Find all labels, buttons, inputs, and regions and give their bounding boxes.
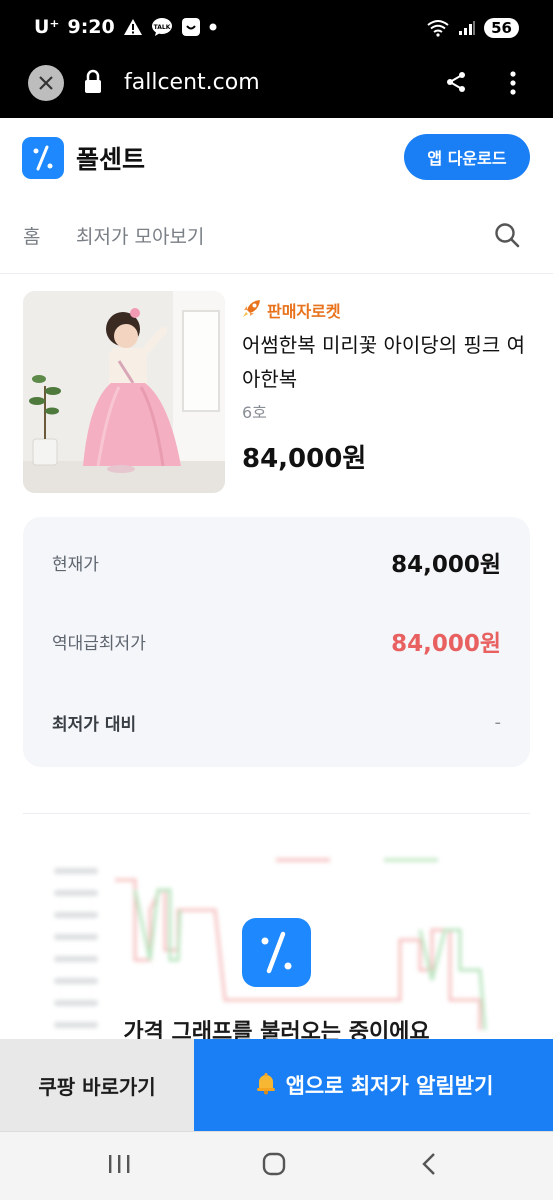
product-option: 6호 [242,403,267,422]
clock: 9:20 [67,16,115,38]
signal-icon [458,20,476,36]
brand-name[interactable]: 폴센트 [76,140,145,176]
home-icon[interactable] [262,1152,286,1180]
lock-icon[interactable] [83,69,103,99]
app-download-button[interactable]: 앱 다운로드 [404,134,530,180]
price-row-current: 현재가 84,000원 [52,543,501,581]
price-row-label: 최저가 대비 [52,714,137,735]
nav-item-lowest-price[interactable]: 최저가 모아보기 [76,222,204,249]
price-row-value: - [494,711,502,733]
product-price: 84,000원 [242,444,367,474]
product-title[interactable]: 어썸한복 미리꽃 아이당의 핑크 여아한복 [242,328,532,396]
url-text[interactable]: fallcent.com [124,70,260,95]
browser-url-bar: fallcent.com [0,62,553,118]
nav-item-home[interactable]: 홈 [23,222,40,249]
notification-dot-icon [209,23,217,31]
wifi-icon [426,19,450,37]
back-icon[interactable] [418,1152,442,1180]
status-bar: U⁺ 9:20 TALK 56 [0,0,553,62]
product-summary: 판매자로켓 어썸한복 미리꽃 아이당의 핑크 여아한복 6호 84,000원 [0,274,553,514]
warning-icon [123,18,143,36]
price-row-label: 역대급최저가 [52,633,146,654]
battery-indicator: 56 [484,18,519,38]
price-info-card: 현재가 84,000원 역대급최저가 84,000원 최저가 대비 - [23,517,530,767]
bottom-cta-bar: 쿠팡 바로가기 앱으로 최저가 알림받기 [0,1039,553,1131]
main-nav: 홈 최저가 모아보기 [0,196,553,274]
recent-apps-icon[interactable] [107,1152,131,1180]
smile-app-icon [181,17,201,37]
price-row-all-time-low: 역대급최저가 84,000원 [52,622,501,660]
close-icon [39,76,53,90]
close-tab-button[interactable] [28,65,64,101]
product-image[interactable] [23,291,225,493]
bell-icon [254,1071,278,1100]
price-row-value: 84,000원 [391,552,501,578]
section-divider [23,813,530,814]
app-alert-button[interactable]: 앱으로 최저가 알림받기 [194,1039,553,1131]
status-right: 56 [426,18,519,38]
seller-badge: 판매자로켓 [242,298,341,322]
app-alert-label: 앱으로 최저가 알림받기 [285,1074,494,1098]
site-header: 폴센트 앱 다운로드 [0,118,553,196]
brand-logo-icon[interactable] [22,137,64,179]
price-row-label: 현재가 [52,554,99,575]
svg-text:TALK: TALK [153,24,170,31]
seller-badge-label: 판매자로켓 [267,302,341,321]
rocket-icon [242,298,262,322]
price-row-value: 84,000원 [391,631,501,657]
system-navigation-bar [0,1131,553,1200]
loading-logo-icon [242,918,311,987]
share-icon[interactable] [444,70,468,98]
more-vertical-icon[interactable] [509,70,517,100]
carrier-label: U⁺ [34,16,60,38]
price-row-vs-lowest: 최저가 대비 - [52,703,501,741]
status-left: U⁺ 9:20 TALK [34,16,217,38]
coupang-link-button[interactable]: 쿠팡 바로가기 [0,1039,194,1131]
talk-icon: TALK [151,17,173,37]
search-icon[interactable] [493,221,521,253]
